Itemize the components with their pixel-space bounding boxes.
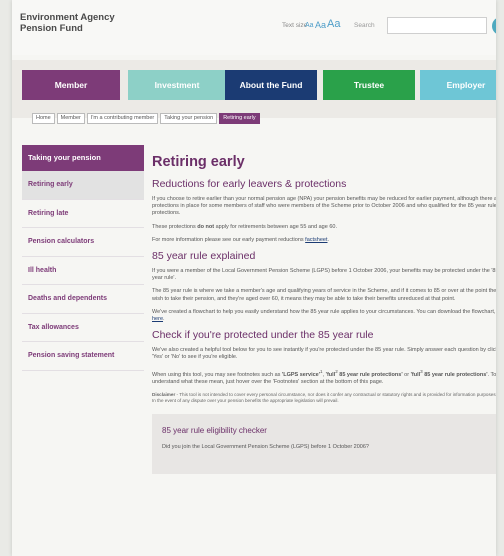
nav-tab-trustee[interactable]: Trustee (323, 70, 415, 100)
text: For more information please see our earl… (152, 236, 306, 243)
search-go-icon[interactable]: ➜ (492, 17, 496, 35)
nav-tab-investment[interactable]: Investment (128, 70, 226, 100)
text-size-large-button[interactable]: Aa (327, 18, 340, 30)
text-bold: 'full (410, 371, 421, 378)
sidebar-item-pension-calculators[interactable]: Pension calculators (22, 228, 144, 257)
disclaimer: Disclaimer - This tool is not intended t… (152, 392, 496, 404)
breadcrumb-retiring-early: Retiring early (219, 113, 260, 124)
paragraph-intro: If you choose to retire earlier than you… (152, 196, 496, 217)
text: These protections (152, 223, 198, 230)
checker-title: 85 year rule eligibility checker (162, 425, 267, 435)
search-input[interactable] (387, 17, 487, 34)
text-bold: 'full (325, 371, 336, 378)
text-bold: do not (197, 223, 215, 230)
disclaimer-label: Disclaimer (152, 391, 176, 397)
section-heading-reductions: Reductions for early leavers & protectio… (152, 178, 347, 190)
page: Environment Agency Pension Fund Text siz… (12, 0, 496, 556)
breadcrumb-member[interactable]: Member (56, 113, 85, 124)
text: apply for retirements between age 55 and… (214, 223, 337, 230)
text: - This tool is not intended to cover eve… (152, 391, 496, 403)
sidebar-item-deaths-dependents[interactable]: Deaths and dependents (22, 285, 144, 314)
text-size-small-button[interactable]: Aa (305, 22, 314, 29)
main-content: Retiring early Reductions for early leav… (152, 148, 496, 474)
paragraph-more-info: For more information please see our earl… (152, 237, 496, 244)
text-size-label: Text size (282, 22, 308, 29)
header: Environment Agency Pension Fund Text siz… (12, 0, 496, 55)
section-heading-85-rule: 85 year rule explained (152, 250, 256, 263)
breadcrumb-contributing-member[interactable]: I'm a contributing member (86, 113, 159, 124)
logo[interactable]: Environment Agency Pension Fund (20, 12, 150, 34)
paragraph-footnotes: When using this tool, you may see footno… (152, 368, 496, 386)
section-heading-check: Check if you're protected under the 85 y… (152, 329, 374, 342)
breadcrumb-home[interactable]: Home (32, 113, 55, 124)
text: When using this tool, you may see footno… (152, 371, 282, 378)
nav-tab-about-the-fund[interactable]: About the Fund (225, 70, 317, 100)
main-nav: Member Investment About the Fund Trustee… (12, 60, 496, 118)
logo-line2: Pension Fund (20, 23, 83, 34)
text: . (327, 236, 330, 243)
sidebar-item-tax-allowances[interactable]: Tax allowances (22, 314, 144, 342)
sidebar-item-retiring-late[interactable]: Retiring late (22, 200, 144, 228)
paragraph-85-explained: The 85 year rule is where we take a memb… (152, 288, 496, 302)
text: . (163, 316, 165, 323)
breadcrumb: Home Member I'm a contributing member Ta… (32, 113, 262, 124)
logo-line1: Environment Agency (20, 12, 115, 23)
text-size-medium-button[interactable]: Aa (315, 20, 326, 30)
paragraph-85-member: If you were a member of the Local Govern… (152, 268, 496, 282)
paragraph-protections: These protections do not apply for retir… (152, 224, 496, 231)
sidebar-heading[interactable]: Taking your pension (22, 145, 144, 171)
sidebar: Taking your pension Retiring early Retir… (22, 145, 144, 371)
text-bold: 85 year rule protections' (337, 371, 403, 378)
factsheet-link[interactable]: factsheet (305, 237, 327, 243)
text-bold: 85 year rule protections' (422, 371, 488, 378)
breadcrumb-taking-pension[interactable]: Taking your pension (160, 113, 218, 124)
text: or (402, 371, 411, 378)
sidebar-item-pension-saving-statement[interactable]: Pension saving statement (22, 342, 144, 371)
nav-tab-employer[interactable]: Employer (420, 70, 496, 100)
sidebar-item-retiring-early[interactable]: Retiring early (22, 171, 144, 200)
sidebar-item-ill-health[interactable]: Ill health (22, 257, 144, 285)
checker-question: Did you join the Local Government Pensio… (162, 443, 369, 450)
flowchart-link[interactable]: here (152, 316, 163, 322)
nav-tab-member[interactable]: Member (22, 70, 120, 100)
text: We've created a flowchart to help you ea… (152, 308, 496, 315)
paragraph-tool: We've also created a helpful tool below … (152, 347, 496, 361)
search-label: Search (354, 22, 375, 29)
text-bold: 'LGPS service' (281, 371, 321, 378)
eligibility-checker: 85 year rule eligibility checker Did you… (152, 413, 496, 474)
page-title: Retiring early (152, 154, 245, 170)
paragraph-flowchart: We've created a flowchart to help you ea… (152, 309, 496, 323)
